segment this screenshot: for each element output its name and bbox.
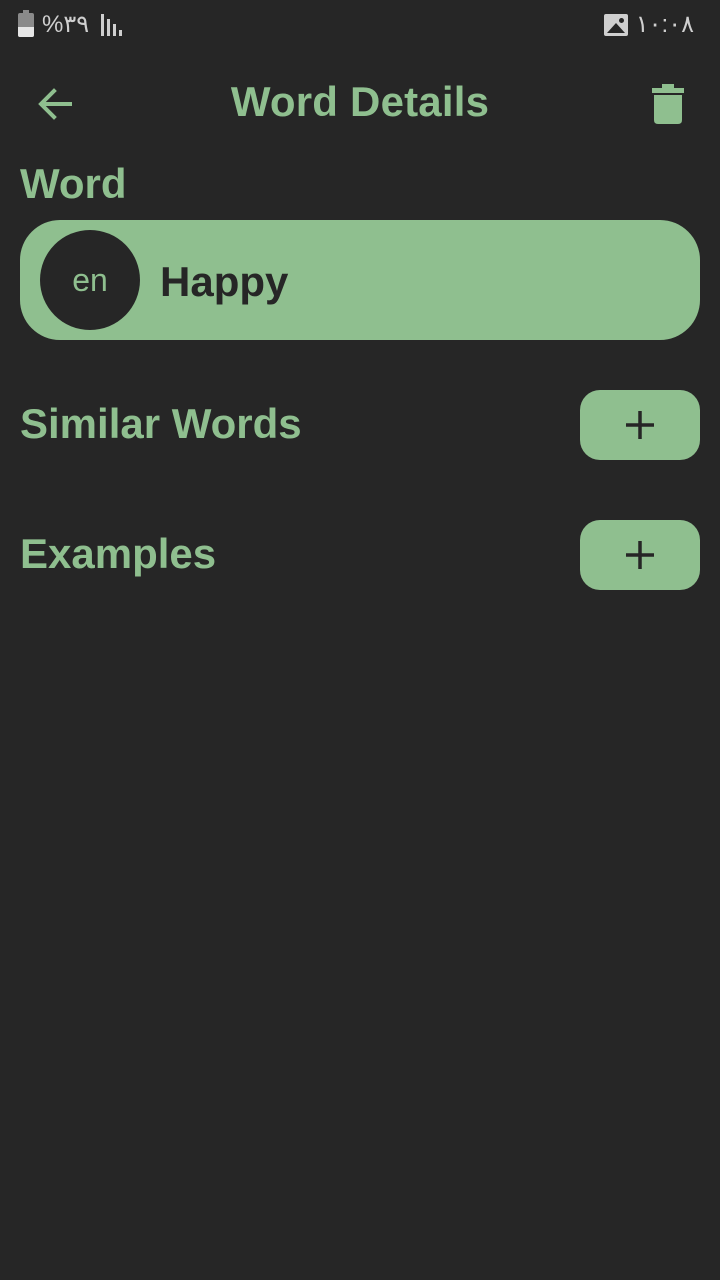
word-card[interactable]: en Happy xyxy=(20,220,700,340)
examples-label: Examples xyxy=(20,530,217,577)
battery-icon xyxy=(18,9,34,37)
status-bar: %۳۹ ۱۰:۰۸ xyxy=(0,0,720,48)
word-section-label: Word xyxy=(20,160,127,207)
plus-icon xyxy=(626,541,654,569)
status-left: %۳۹ xyxy=(18,9,123,39)
signal-icon xyxy=(101,13,123,36)
status-right: ۱۰:۰۸ xyxy=(603,10,694,39)
page-title: Word Details xyxy=(230,78,490,125)
status-time: ۱۰:۰۸ xyxy=(635,11,694,38)
language-badge: en xyxy=(40,230,140,330)
add-similar-word-button[interactable] xyxy=(580,390,700,460)
plus-icon xyxy=(626,411,654,439)
delete-button[interactable] xyxy=(640,76,696,132)
similar-words-label: Similar Words xyxy=(20,400,302,447)
word-text: Happy xyxy=(160,258,289,305)
add-example-button[interactable] xyxy=(580,520,700,590)
word-details-screen: %۳۹ ۱۰:۰۸ Word Details Word en Happy Sim… xyxy=(0,0,720,1280)
trash-icon xyxy=(652,84,684,124)
battery-percent: %۳۹ xyxy=(42,11,90,38)
app-bar: Word Details xyxy=(0,64,720,144)
image-icon xyxy=(603,13,628,36)
